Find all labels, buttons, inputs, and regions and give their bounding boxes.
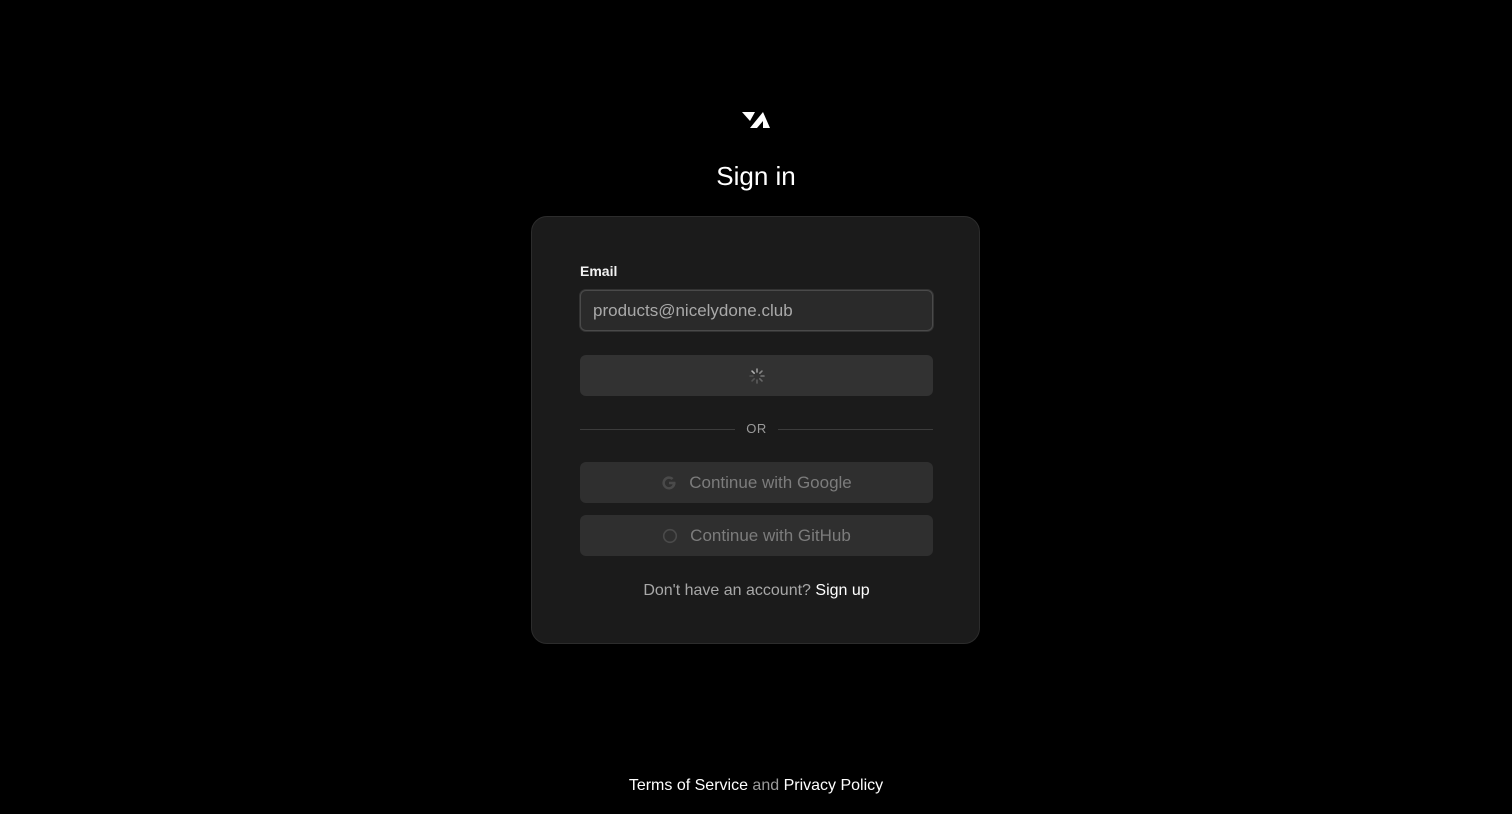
github-icon (663, 528, 678, 543)
google-icon (662, 475, 676, 490)
google-button-label: Continue with Google (689, 472, 852, 492)
footer-and-text: and (752, 777, 780, 794)
email-field[interactable] (580, 290, 933, 331)
continue-with-github-button[interactable]: Continue with GitHub (580, 515, 933, 556)
divider-line-right (778, 429, 933, 430)
email-label: Email (580, 263, 618, 279)
or-divider: OR (580, 419, 933, 439)
signup-link[interactable]: Sign up (815, 582, 869, 599)
continue-with-google-button[interactable]: Continue with Google (580, 462, 933, 503)
privacy-policy-link[interactable]: Privacy Policy (784, 777, 884, 794)
page-title: Sign in (716, 161, 796, 191)
footer: Terms of Service and Privacy Policy (0, 777, 1512, 795)
sign-in-card: Email OR (531, 216, 980, 644)
github-button-label: Continue with GitHub (690, 525, 851, 545)
brand-logo-icon (742, 112, 770, 128)
submit-button[interactable] (580, 355, 933, 396)
loading-spinner-icon (748, 367, 765, 384)
signup-prompt: Don't have an account? (643, 582, 811, 599)
terms-of-service-link[interactable]: Terms of Service (629, 777, 748, 794)
sign-in-page: Sign in Email OR (0, 0, 1512, 814)
signup-row: Don't have an account? Sign up (532, 582, 981, 600)
